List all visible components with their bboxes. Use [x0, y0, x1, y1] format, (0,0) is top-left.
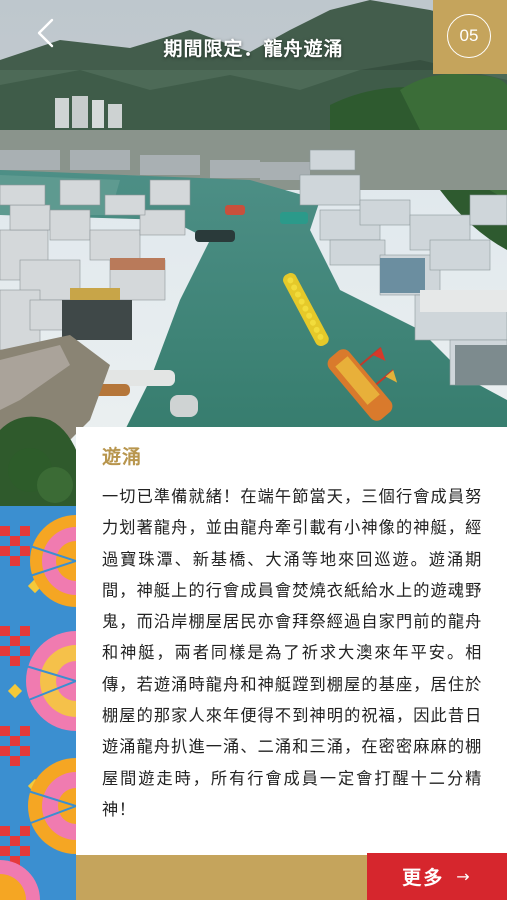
page-number: 05: [447, 14, 491, 58]
page-title: 期間限定．龍舟遊涌: [163, 38, 344, 60]
article-body: 一切已準備就緒！在端午節當天，三個行會成員努力划著龍舟，並由龍舟牽引載有小神像的…: [102, 487, 482, 819]
arrow-right-icon: →: [456, 867, 472, 886]
more-button[interactable]: 更多 →: [367, 853, 507, 900]
decorative-pattern: [0, 506, 76, 900]
article-heading: 遊涌: [102, 446, 143, 468]
page-number-badge: 05: [433, 0, 507, 74]
more-label: 更多: [402, 867, 445, 889]
article-card: 遊涌 一切已準備就緒！在端午節當天，三個行會成員努力划著龍舟，並由龍舟牽引載有小…: [76, 427, 507, 855]
